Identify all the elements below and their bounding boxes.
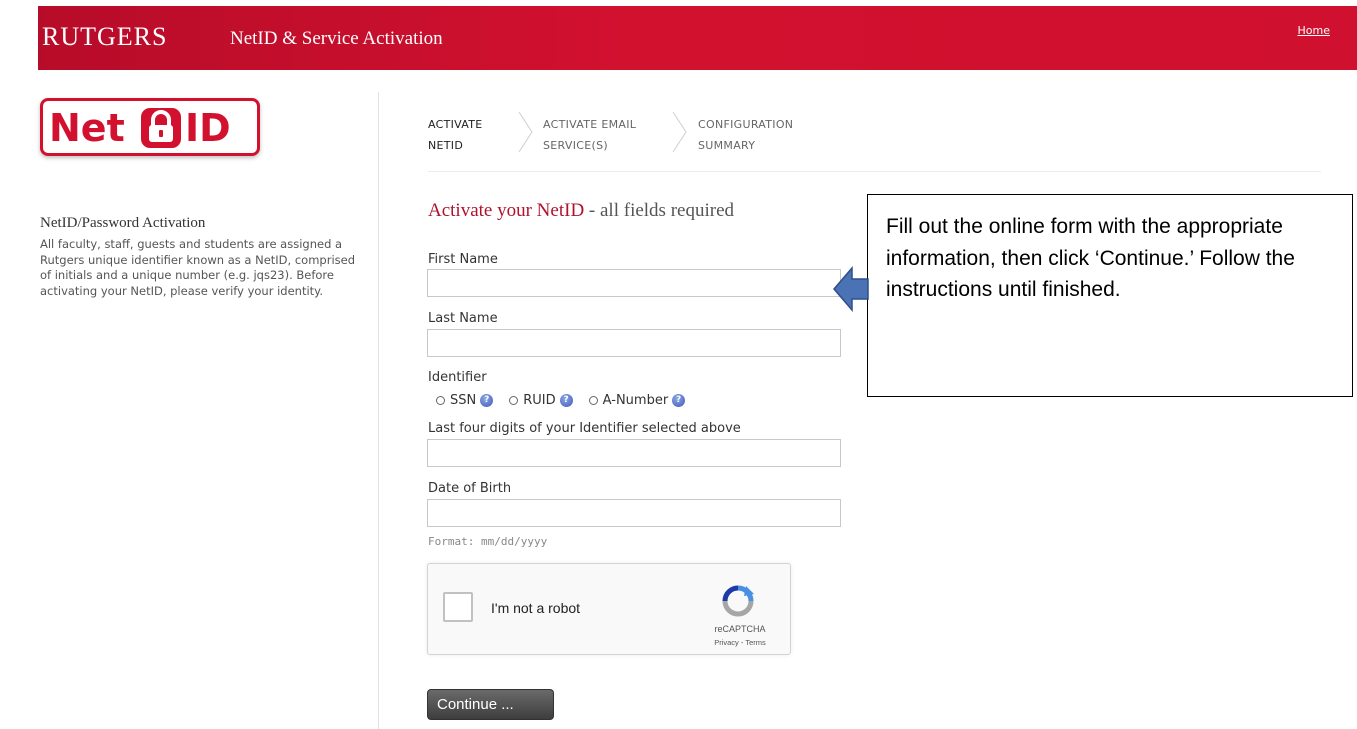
identifier-radio-group: SSN ? RUID ? A-Number ? xyxy=(436,391,701,409)
dob-input[interactable] xyxy=(427,499,841,527)
recaptcha-brand: reCAPTCHA xyxy=(714,624,766,634)
help-icon[interactable]: ? xyxy=(480,393,494,407)
continue-button[interactable]: Continue ... xyxy=(427,689,554,720)
vertical-divider xyxy=(378,92,379,729)
step-label-line2: SERVICE(S) xyxy=(543,139,608,152)
radio-label-a-number: A-Number xyxy=(602,392,669,408)
sidebar-title: NetID/Password Activation xyxy=(40,215,206,231)
first-name-label: First Name xyxy=(428,252,498,267)
recaptcha-logo-icon xyxy=(722,585,754,617)
callout-text: Fill out the online form with the approp… xyxy=(886,215,1295,301)
instruction-callout: Fill out the online form with the approp… xyxy=(867,194,1353,397)
radio-ruid[interactable]: RUID ? xyxy=(509,392,573,408)
radio-button[interactable] xyxy=(588,395,598,405)
radio-button[interactable] xyxy=(436,395,445,405)
recaptcha-checkbox[interactable] xyxy=(443,592,473,622)
steps-divider xyxy=(428,171,1321,172)
app-title: NetID & Service Activation xyxy=(230,28,443,49)
step-label-line1: ACTIVATE xyxy=(428,118,483,131)
dob-format-hint: Format: mm/dd/yyyy xyxy=(428,535,548,548)
logo-text-id: ID xyxy=(185,106,231,150)
pointer-arrow-icon xyxy=(833,266,869,312)
last-name-label: Last Name xyxy=(428,311,498,326)
recaptcha-widget: I'm not a robot reCAPTCHA Privacy - Term… xyxy=(427,563,791,655)
logo-text-net: Net xyxy=(49,106,125,150)
sidebar-description: All faculty, staff, guests and students … xyxy=(40,237,356,298)
step-separator-icon xyxy=(518,111,533,153)
step-activate-netid: ACTIVATE NETID xyxy=(428,114,483,156)
identifier-label: Identifier xyxy=(428,370,487,385)
netid-logo: Net ID xyxy=(40,98,260,156)
radio-button[interactable] xyxy=(509,395,519,405)
step-configuration-summary: CONFIGURATION SUMMARY xyxy=(698,114,793,156)
step-label-line2: NETID xyxy=(428,139,464,152)
last-four-label: Last four digits of your Identifier sele… xyxy=(428,421,741,436)
step-label-line1: CONFIGURATION xyxy=(698,118,794,131)
radio-a-number[interactable]: A-Number ? xyxy=(588,392,686,408)
last-name-input[interactable] xyxy=(427,329,841,357)
help-icon[interactable]: ? xyxy=(559,393,573,407)
step-activate-email: ACTIVATE EMAIL SERVICE(S) xyxy=(543,114,636,156)
lock-icon xyxy=(141,108,181,148)
rutgers-logo[interactable]: RUTGERS xyxy=(42,22,167,52)
form-title-sub: - all fields required xyxy=(584,200,735,221)
header-bar: RUTGERS NetID & Service Activation Home xyxy=(38,6,1357,70)
form-title-main: Activate your NetID xyxy=(428,200,585,221)
step-label-line1: ACTIVATE EMAIL xyxy=(543,118,637,131)
recaptcha-links[interactable]: Privacy - Terms xyxy=(700,638,780,647)
help-icon[interactable]: ? xyxy=(672,393,686,407)
recaptcha-label: I'm not a robot xyxy=(491,600,581,616)
home-link[interactable]: Home xyxy=(1298,24,1330,37)
step-label-line2: SUMMARY xyxy=(698,139,756,152)
form-title: Activate your NetID - all fields require… xyxy=(428,200,734,222)
radio-ssn[interactable]: SSN ? xyxy=(436,392,494,408)
dob-label: Date of Birth xyxy=(428,481,512,496)
last-four-input[interactable] xyxy=(427,439,841,467)
first-name-input[interactable] xyxy=(427,269,841,297)
step-separator-icon xyxy=(672,111,687,153)
radio-label-ruid: RUID xyxy=(523,392,556,408)
radio-label-ssn: SSN xyxy=(450,392,477,408)
